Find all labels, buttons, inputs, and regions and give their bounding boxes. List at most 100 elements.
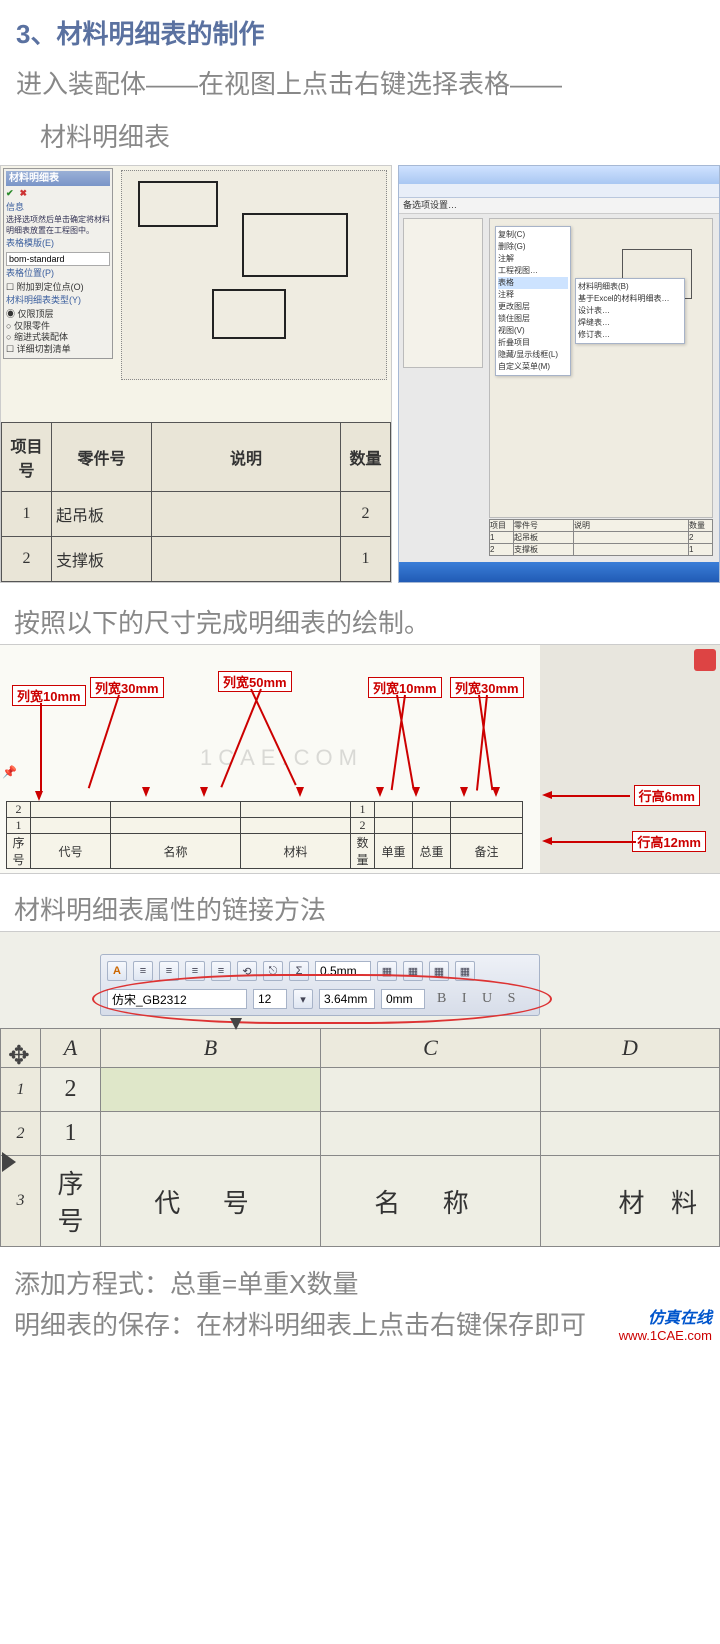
cell[interactable] bbox=[101, 1112, 321, 1156]
rect-1 bbox=[138, 181, 218, 227]
cell[interactable]: 名 称 bbox=[321, 1156, 541, 1247]
menu-item[interactable]: 焊缝表… bbox=[578, 317, 682, 329]
intro-line-1: 进入装配体——在视图上点击右键选择表格—— bbox=[0, 55, 720, 108]
tab-bar[interactable]: 备选项设置… bbox=[399, 198, 719, 214]
cell[interactable]: 序号 bbox=[41, 1156, 101, 1247]
align-center-icon[interactable]: ≡ bbox=[159, 961, 179, 981]
menu-item[interactable]: 基于Excel的材料明细表… bbox=[578, 293, 682, 305]
context-submenu[interactable]: 材料明细表(B) 基于Excel的材料明细表… 设计表… 焊缝表… 修订表… bbox=[575, 278, 685, 344]
info-label: 信息 bbox=[6, 202, 110, 214]
menu-item[interactable]: 视图(V) bbox=[498, 325, 568, 337]
bom-h1: 项目号 bbox=[2, 423, 52, 492]
template-label: 表格模版(E) bbox=[6, 238, 110, 250]
menu-item[interactable]: 折叠项目 bbox=[498, 337, 568, 349]
arrow-line bbox=[88, 695, 120, 789]
col-header-c[interactable]: C bbox=[321, 1029, 541, 1068]
cell[interactable]: 材 料 bbox=[541, 1156, 720, 1247]
row-header[interactable]: 1 bbox=[1, 1068, 41, 1112]
grid-icon-2[interactable]: ▦ bbox=[403, 961, 423, 981]
menu-item[interactable]: 复制(C) bbox=[498, 229, 568, 241]
line-spacing-input[interactable] bbox=[319, 989, 375, 1009]
rect-2 bbox=[242, 213, 348, 277]
move-handle-icon[interactable]: ✥ bbox=[8, 1040, 30, 1071]
cell[interactable] bbox=[541, 1112, 720, 1156]
instruction-1: 按照以下的尺寸完成明细表的绘制。 bbox=[0, 587, 720, 644]
close-icon[interactable] bbox=[694, 649, 716, 671]
type-opt2[interactable]: ○ 仅限零件 bbox=[6, 321, 110, 333]
cell[interactable] bbox=[321, 1068, 541, 1112]
position-check[interactable]: ☐ 附加到定位点(O) bbox=[6, 282, 110, 294]
row-header[interactable]: 2 bbox=[1, 1112, 41, 1156]
col-header-d[interactable]: D bbox=[541, 1029, 720, 1068]
align-right-icon[interactable]: ≡ bbox=[185, 961, 205, 981]
valign-icon[interactable]: ≡ bbox=[211, 961, 231, 981]
cell[interactable] bbox=[321, 1112, 541, 1156]
footer-line-1: 添加方程式：总重=单重X数量 bbox=[0, 1247, 720, 1306]
grid-icon-4[interactable]: ▦ bbox=[455, 961, 475, 981]
dropdown-icon[interactable]: ▾ bbox=[293, 989, 313, 1009]
menu-item[interactable]: 锁住图层 bbox=[498, 313, 568, 325]
cancel-icon[interactable]: ✖ bbox=[20, 188, 28, 200]
drawing-canvas[interactable] bbox=[121, 170, 387, 380]
instruction-2: 材料明细表属性的链接方法 bbox=[0, 874, 720, 931]
cell[interactable]: 代 号 bbox=[101, 1156, 321, 1247]
brand-url: www.1CAE.com bbox=[619, 1328, 712, 1343]
menu-item[interactable]: 更改图层 bbox=[498, 301, 568, 313]
expand-handle-icon[interactable] bbox=[2, 1152, 16, 1172]
arrow-down-icon bbox=[412, 787, 420, 797]
menu-item[interactable]: 材料明细表(B) bbox=[578, 281, 682, 293]
menu-item[interactable]: 隐藏/显示线框(L) bbox=[498, 349, 568, 361]
pin-icon[interactable]: 📌 bbox=[2, 765, 17, 779]
grid-icon-1[interactable]: ▦ bbox=[377, 961, 397, 981]
menubar[interactable] bbox=[399, 184, 719, 198]
intro-line-2: 材料明细表 bbox=[0, 108, 720, 161]
cell[interactable] bbox=[541, 1068, 720, 1112]
type-opt1[interactable]: ◉ 仅限顶层 bbox=[6, 309, 110, 321]
right-screenshot: 备选项设置… 复制(C) 删除(G) 注解 工程视图… 表格 注释 更改图层 锁… bbox=[398, 165, 720, 583]
format-toolbar: A ≡ ≡ ≡ ≡ ⟲ ⎋ Σ ▦ ▦ ▦ ▦ ▾ B I U S bbox=[100, 954, 540, 1016]
menu-item[interactable]: 自定义菜单(M) bbox=[498, 361, 568, 373]
ok-icon[interactable]: ✔ bbox=[6, 188, 14, 200]
align-left-icon[interactable]: ≡ bbox=[133, 961, 153, 981]
type-label: 材料明细表类型(Y) bbox=[6, 295, 110, 307]
context-menu[interactable]: 复制(C) 删除(G) 注解 工程视图… 表格 注释 更改图层 锁住图层 视图(… bbox=[495, 226, 571, 376]
template-input[interactable] bbox=[6, 252, 110, 266]
table-row[interactable]: 3 序号 代 号 名 称 材 料 bbox=[1, 1156, 720, 1247]
cell[interactable]: 2 bbox=[41, 1068, 101, 1112]
spreadsheet[interactable]: A B C D 1 2 2 1 3 序号 代 号 名 称 材 料 bbox=[0, 1028, 720, 1247]
menu-item[interactable]: 修订表… bbox=[578, 329, 682, 341]
menu-item[interactable]: 注解 bbox=[498, 253, 568, 265]
menu-item[interactable]: 表格 bbox=[498, 277, 568, 289]
menu-item[interactable]: 设计表… bbox=[578, 305, 682, 317]
table-row[interactable]: 1 2 bbox=[1, 1068, 720, 1112]
menu-item[interactable]: 删除(G) bbox=[498, 241, 568, 253]
cell[interactable]: 1 bbox=[41, 1112, 101, 1156]
brand-watermark: 仿真在线 www.1CAE.com bbox=[619, 1304, 712, 1343]
dim-label-w10a: 列宽10mm bbox=[12, 685, 86, 706]
arrow-down-icon bbox=[35, 791, 43, 801]
link-icon[interactable]: ⎋ bbox=[263, 961, 283, 981]
type-opt3[interactable]: ○ 缩进式装配体 bbox=[6, 332, 110, 344]
menu-item[interactable]: 注释 bbox=[498, 289, 568, 301]
table-row[interactable]: 2 1 bbox=[1, 1112, 720, 1156]
col-header-b[interactable]: B bbox=[101, 1029, 321, 1068]
font-color-icon[interactable]: A bbox=[107, 961, 127, 981]
sigma-icon[interactable]: Σ bbox=[289, 961, 309, 981]
grid-icon-3[interactable]: ▦ bbox=[429, 961, 449, 981]
brand-title: 仿真在线 bbox=[619, 1304, 712, 1328]
indent-input[interactable] bbox=[381, 989, 425, 1009]
font-name-select[interactable] bbox=[107, 989, 247, 1009]
cell-selected[interactable] bbox=[101, 1068, 321, 1112]
thickness-input[interactable] bbox=[315, 961, 371, 981]
font-size-select[interactable] bbox=[253, 989, 287, 1009]
titlebar bbox=[399, 166, 719, 184]
info-text: 选择选项然后单击确定将材料明细表放置在工程图中。 bbox=[6, 215, 110, 236]
type-opt4[interactable]: ☐ 详细切割清单 bbox=[6, 344, 110, 356]
col-header-a[interactable]: A bbox=[41, 1029, 101, 1068]
biu-labels[interactable]: B I U S bbox=[437, 991, 521, 1007]
feature-tree[interactable] bbox=[403, 218, 483, 368]
rotate-icon[interactable]: ⟲ bbox=[237, 961, 257, 981]
screenshot-row: 材料明细表 ✔ ✖ 信息 选择选项然后单击确定将材料明细表放置在工程图中。 表格… bbox=[0, 161, 720, 587]
dim-label-w50: 列宽50mm bbox=[218, 671, 292, 692]
menu-item[interactable]: 工程视图… bbox=[498, 265, 568, 277]
